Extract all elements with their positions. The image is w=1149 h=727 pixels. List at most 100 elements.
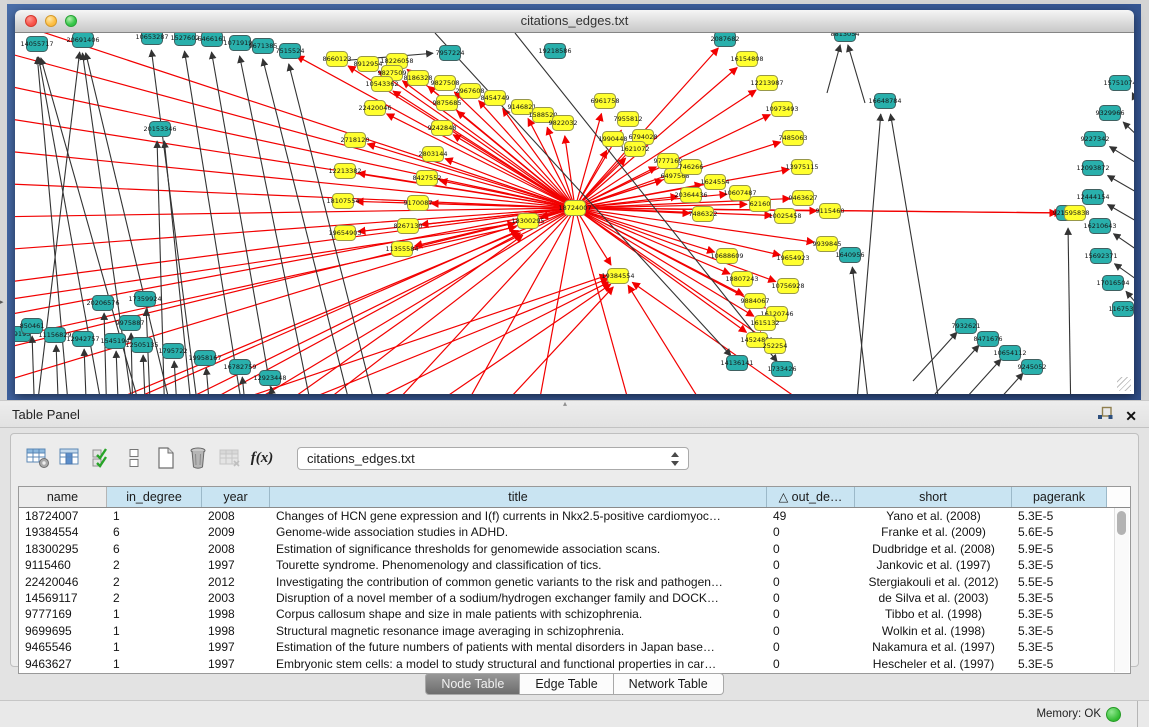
- table-row[interactable]: 1872400712008Changes of HCN gene express…: [19, 508, 1130, 524]
- graph-node[interactable]: 1795722: [159, 344, 188, 359]
- graph-node[interactable]: 10653287: [135, 33, 168, 45]
- graph-node[interactable]: 1595838: [1061, 206, 1090, 221]
- table-row[interactable]: 1456911722003Disruption of a novel membe…: [19, 590, 1130, 606]
- graph-node[interactable]: 9975887: [116, 316, 145, 331]
- cell-year[interactable]: 1998: [202, 606, 270, 622]
- cell-name[interactable]: 22420046: [19, 574, 107, 590]
- cell-name[interactable]: 9115460: [19, 557, 107, 573]
- graph-node[interactable]: 1733426: [768, 362, 797, 377]
- cell-out_degree[interactable]: 0: [767, 623, 855, 639]
- cell-short[interactable]: Stergiakouli et al. (2012): [855, 574, 1012, 590]
- cell-year[interactable]: 1997: [202, 656, 270, 672]
- cell-title[interactable]: Structural magnetic resonance image aver…: [270, 623, 767, 639]
- cell-name[interactable]: 9777169: [19, 606, 107, 622]
- graph-node[interactable]: 7486322: [689, 207, 718, 222]
- cell-short[interactable]: Dudbridge et al. (2008): [855, 541, 1012, 557]
- cell-year[interactable]: 2003: [202, 590, 270, 606]
- cell-year[interactable]: 1998: [202, 623, 270, 639]
- cell-out_degree[interactable]: 0: [767, 639, 855, 655]
- cell-year[interactable]: 1997: [202, 639, 270, 655]
- graph-node[interactable]: 2087682: [711, 33, 740, 47]
- graph-node[interactable]: 10688609: [710, 249, 743, 264]
- cell-name[interactable]: 18300295: [19, 541, 107, 557]
- cell-name[interactable]: 9465546: [19, 639, 107, 655]
- new-table-icon[interactable]: [153, 445, 179, 471]
- tab-node-table[interactable]: Node Table: [425, 673, 520, 695]
- graph-node[interactable]: 20206576: [86, 296, 119, 311]
- cell-in_degree[interactable]: 2: [107, 574, 202, 590]
- graph-node[interactable]: 9463627: [789, 191, 818, 206]
- graph-node[interactable]: 8186328: [404, 71, 433, 86]
- cell-title[interactable]: Estimation of significance thresholds fo…: [270, 541, 767, 557]
- close-panel-icon[interactable]: ✕: [1125, 408, 1137, 424]
- column-header-out_degree[interactable]: △ out_de…: [767, 487, 855, 507]
- cell-pagerank[interactable]: 5.3E-5: [1012, 656, 1107, 672]
- graph-node[interactable]: 12213987: [750, 76, 783, 91]
- cell-pagerank[interactable]: 5.3E-5: [1012, 590, 1107, 606]
- graph-node[interactable]: 9227342: [1081, 132, 1110, 147]
- cell-pagerank[interactable]: 5.3E-5: [1012, 557, 1107, 573]
- cell-out_degree[interactable]: 0: [767, 574, 855, 590]
- column-header-title[interactable]: title: [270, 487, 767, 507]
- cell-year[interactable]: 1997: [202, 557, 270, 573]
- cell-in_degree[interactable]: 6: [107, 524, 202, 540]
- graph-node[interactable]: 12505135: [125, 338, 158, 353]
- cell-pagerank[interactable]: 5.3E-5: [1012, 606, 1107, 622]
- graph-node[interactable]: 8471676: [974, 332, 1003, 347]
- select-all-icon[interactable]: [89, 445, 115, 471]
- graph-node[interactable]: 7932621: [952, 319, 981, 334]
- graph-node[interactable]: 7957224: [436, 46, 465, 61]
- cell-name[interactable]: 14569117: [19, 590, 107, 606]
- graph-node[interactable]: 9939845: [813, 237, 842, 252]
- table-row[interactable]: 911546021997Tourette syndrome. Phenomeno…: [19, 557, 1130, 573]
- cell-in_degree[interactable]: 1: [107, 606, 202, 622]
- cell-short[interactable]: Hescheler et al. (1997): [855, 656, 1012, 672]
- cell-title[interactable]: Investigating the contribution of common…: [270, 574, 767, 590]
- cell-pagerank[interactable]: 5.3E-5: [1012, 623, 1107, 639]
- cell-pagerank[interactable]: 5.3E-5: [1012, 639, 1107, 655]
- graph-node[interactable]: 7485063: [779, 131, 808, 146]
- graph-node[interactable]: 12213382: [328, 164, 361, 179]
- close-window-button[interactable]: [25, 15, 37, 27]
- cell-name[interactable]: 18724007: [19, 508, 107, 524]
- cell-out_degree[interactable]: 49: [767, 508, 855, 524]
- cell-short[interactable]: Tibbo et al. (1998): [855, 606, 1012, 622]
- graph-node[interactable]: 9245052: [1018, 360, 1047, 375]
- cell-short[interactable]: de Silva et al. (2003): [855, 590, 1012, 606]
- table-row[interactable]: 946554611997Estimation of the future num…: [19, 639, 1130, 655]
- cell-year[interactable]: 2008: [202, 541, 270, 557]
- cell-title[interactable]: Disruption of a novel member of a sodium…: [270, 590, 767, 606]
- cell-in_degree[interactable]: 1: [107, 623, 202, 639]
- network-canvas[interactable]: 1405571720691406106532871527602646616110…: [15, 33, 1134, 394]
- splitter-grip[interactable]: ▴: [563, 399, 567, 408]
- cell-short[interactable]: Nakamura et al. (1997): [855, 639, 1012, 655]
- cell-pagerank[interactable]: 5.6E-5: [1012, 524, 1107, 540]
- cell-out_degree[interactable]: 0: [767, 524, 855, 540]
- column-header-year[interactable]: year: [202, 487, 270, 507]
- cell-title[interactable]: Estimation of the future numbers of pati…: [270, 639, 767, 655]
- cell-in_degree[interactable]: 1: [107, 508, 202, 524]
- graph-node[interactable]: 746266: [679, 160, 704, 175]
- cell-out_degree[interactable]: 0: [767, 557, 855, 573]
- graph-node[interactable]: 8813054: [831, 33, 860, 42]
- cell-title[interactable]: Tourette syndrome. Phenomenology and cla…: [270, 557, 767, 573]
- graph-node[interactable]: 9884067: [741, 294, 770, 309]
- graph-node[interactable]: 7515524: [276, 44, 305, 59]
- table-row[interactable]: 977716911998Corpus callosum shape and si…: [19, 606, 1130, 622]
- graph-node[interactable]: 19654923: [776, 251, 809, 266]
- graph-node[interactable]: 9671385: [249, 39, 278, 54]
- graph-node[interactable]: 14055717: [20, 37, 53, 52]
- graph-node[interactable]: 13975115: [785, 160, 818, 175]
- graph-node[interactable]: 6466161: [198, 33, 227, 47]
- cell-title[interactable]: Embryonic stem cells: a model to study s…: [270, 656, 767, 672]
- graph-node[interactable]: 8427552: [413, 171, 442, 186]
- graph-node[interactable]: 8454749: [481, 91, 510, 106]
- cell-in_degree[interactable]: 6: [107, 541, 202, 557]
- table-row[interactable]: 969969511998Structural magnetic resonanc…: [19, 623, 1130, 639]
- table-selector-dropdown[interactable]: citations_edges.txt: [297, 447, 689, 470]
- graph-node[interactable]: 7955812: [614, 112, 643, 127]
- graph-node[interactable]: 1527602: [171, 33, 200, 46]
- graph-node[interactable]: 12444154: [1076, 190, 1109, 205]
- cell-short[interactable]: Franke et al. (2009): [855, 524, 1012, 540]
- graph-node[interactable]: 20153346: [143, 122, 176, 137]
